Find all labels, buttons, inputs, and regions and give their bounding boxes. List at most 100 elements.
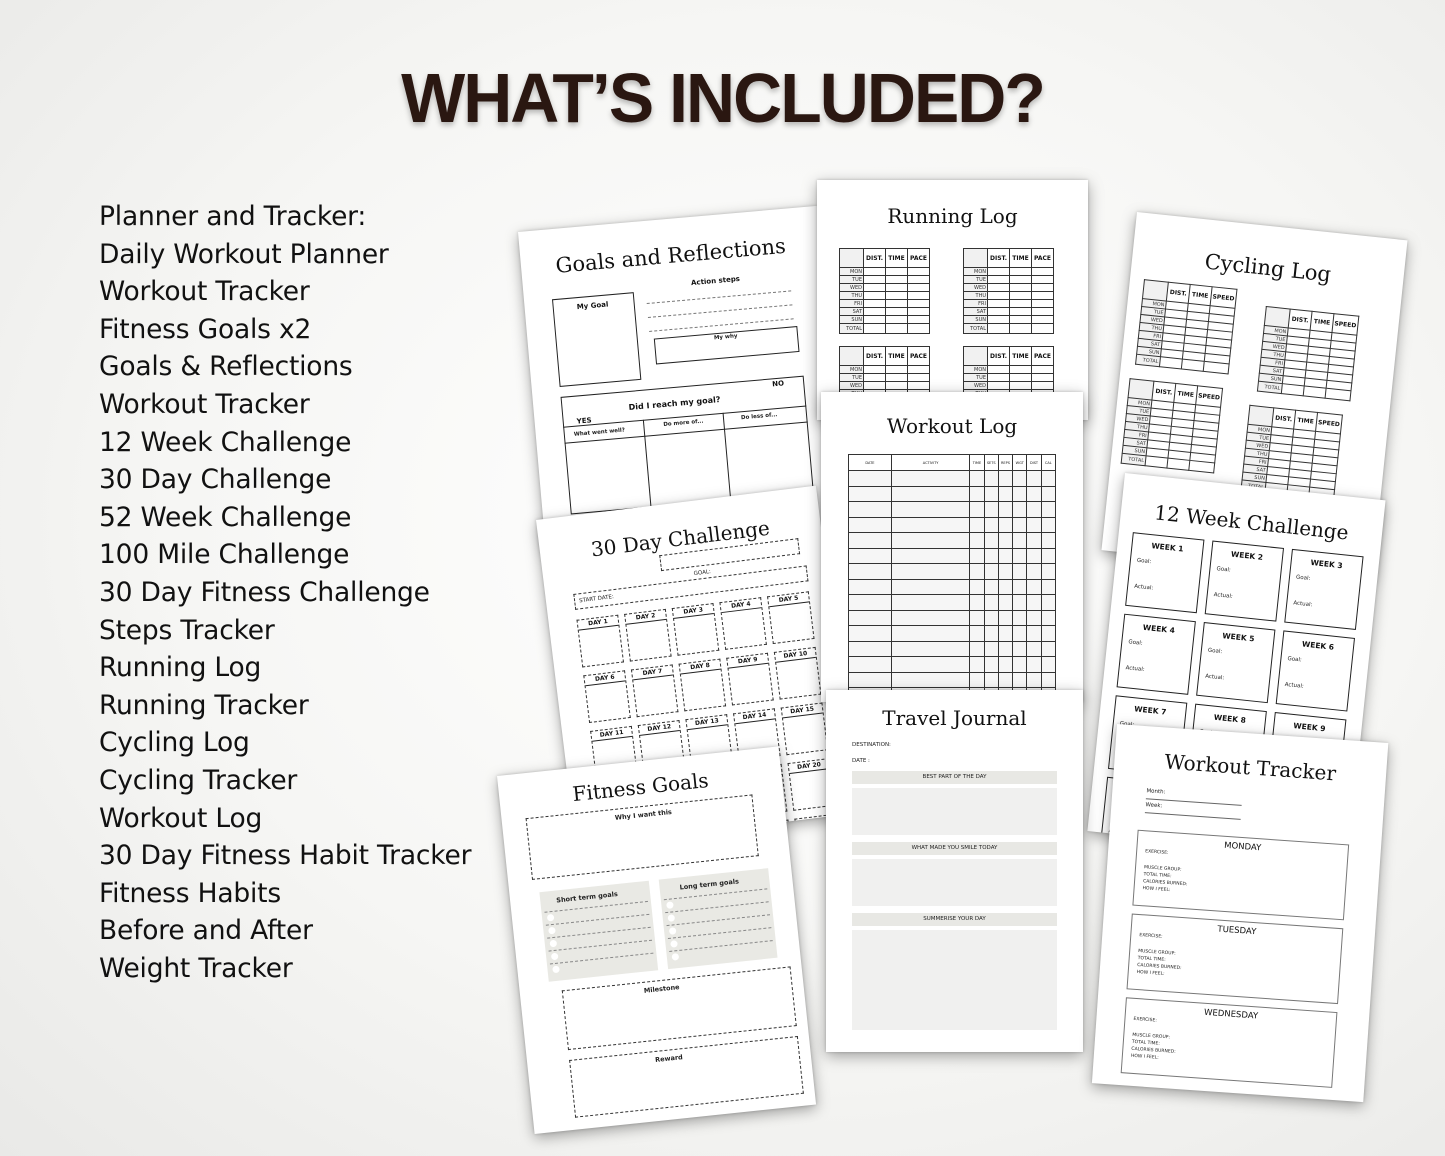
- page-workout-tracker: Workout Tracker Month: Week: MONDAY EXERC…: [1091, 724, 1389, 1103]
- table-cell: [997, 640, 1014, 657]
- table-cell: [969, 547, 985, 564]
- row-label: WED: [839, 283, 864, 292]
- table-cell: [885, 365, 908, 374]
- table-cell: [983, 625, 999, 642]
- list-item: Before and After: [99, 915, 313, 947]
- row-label: SAT: [839, 307, 864, 316]
- actual-label: Actual:: [1284, 681, 1305, 690]
- week-label: WEEK 9: [1292, 721, 1326, 734]
- table-cell: [987, 283, 1010, 292]
- week-box: WEEK 3 Goal: Actual:: [1284, 548, 1364, 630]
- table-cell: [885, 307, 908, 316]
- table-cell: [1009, 381, 1032, 390]
- table-cell: [1026, 547, 1042, 564]
- goal-label: Goal:: [1207, 647, 1223, 656]
- day-label: DAY 3: [672, 604, 714, 619]
- list-item: 52 Week Challenge: [99, 501, 352, 533]
- table-cell: [1012, 625, 1028, 642]
- table-cell: [1026, 671, 1042, 688]
- table-cell: [1040, 578, 1057, 595]
- table-cell: [969, 594, 985, 611]
- table-cell: [848, 671, 892, 688]
- row-label: TOTAL: [839, 323, 864, 334]
- goal-label: Goal:: [1287, 656, 1303, 664]
- field-label: EXERCISE:: [1133, 1016, 1157, 1024]
- list-item: Cycling Log: [99, 727, 250, 759]
- table-cell: [885, 315, 908, 324]
- field-label: HOW I FEEL:: [1136, 969, 1165, 977]
- table-cell: [1012, 516, 1028, 533]
- table-cell: [987, 373, 1010, 382]
- table-cell: [1009, 291, 1032, 300]
- actual-label: Actual:: [1292, 600, 1313, 609]
- row-label: WED: [963, 283, 988, 292]
- corner-cell: [839, 346, 864, 366]
- table-cell: [848, 485, 892, 502]
- row-label: WED: [963, 381, 988, 390]
- list-item: 100 Mile Challenge: [99, 539, 350, 571]
- page-fitness-goals: Fitness Goals Why I want this Short term…: [497, 746, 817, 1135]
- column-header: SPEED: [1315, 412, 1343, 434]
- goal-label: Goal:: [1136, 557, 1152, 566]
- table-cell: [848, 656, 892, 673]
- column-header: DIST.: [1271, 407, 1296, 430]
- list-item: Planner and Tracker:: [99, 201, 367, 232]
- table-cell: [1031, 267, 1054, 276]
- table-cell: [863, 267, 886, 276]
- table-cell: [885, 373, 908, 382]
- week-box: WEEK 2 Goal: Actual:: [1204, 540, 1285, 622]
- table-cell: [1026, 563, 1042, 580]
- column-header: SPEED: [1210, 286, 1237, 309]
- table-cell: [1040, 485, 1057, 502]
- column-header: SPEED: [1195, 385, 1223, 408]
- table-cell: [890, 470, 971, 487]
- day-label: DAY 1: [577, 615, 619, 631]
- table-cell: [1026, 516, 1042, 533]
- page-title: Running Log: [887, 204, 1018, 228]
- table-cell: [969, 656, 985, 673]
- table-cell: [848, 516, 892, 533]
- table-cell: [1040, 625, 1057, 642]
- table-cell: [907, 291, 930, 300]
- table-cell: [987, 267, 1010, 276]
- list-item: Daily Workout Planner: [99, 238, 389, 270]
- day-label: DAY 15: [781, 703, 823, 719]
- table-cell: [1009, 275, 1032, 284]
- table-cell: [997, 563, 1014, 580]
- field-label: TOTAL TIME:: [1131, 1039, 1160, 1047]
- table-cell: [1159, 356, 1183, 369]
- table-cell: [983, 671, 999, 688]
- column-header: CAL: [1040, 454, 1057, 471]
- log-table: DIST.TIMESPEEDMONTUEWEDTHUFRISATSUNTOTAL: [1121, 378, 1223, 473]
- table-cell: [907, 365, 930, 374]
- table-cell: [969, 485, 985, 502]
- table-cell: [890, 547, 971, 564]
- table-cell: [997, 485, 1014, 502]
- table-cell: [997, 578, 1014, 595]
- table-cell: [863, 291, 886, 300]
- day-box: DAY 7: [630, 664, 679, 718]
- column-header: PACE: [907, 346, 930, 366]
- page-workout-log: Workout Log DATE ACTIVITY TIME SETS REPS WGT D…: [821, 392, 1083, 702]
- day-section: WEDNESDAY EXERCISE: MUSCLE GROUP: TOTAL TIM…: [1120, 997, 1338, 1088]
- table-cell: [987, 365, 1010, 374]
- month-label: Month:: [1146, 788, 1166, 796]
- list-item: Steps Tracker: [99, 614, 275, 646]
- table-cell: [890, 609, 971, 626]
- week-label: Week:: [1145, 802, 1163, 810]
- table-cell: [907, 381, 930, 390]
- table-cell: [969, 578, 985, 595]
- table-cell: [997, 671, 1014, 688]
- row-label: WED: [839, 381, 864, 390]
- table-cell: [890, 625, 971, 642]
- table-cell: [890, 516, 971, 533]
- column-header: TIME: [1009, 248, 1032, 268]
- table-cell: [969, 563, 985, 580]
- table-cell: [969, 532, 985, 549]
- page-travel-journal: Travel Journal DESTINATION: DATE : BEST …: [826, 690, 1083, 1052]
- day-heading: WEDNESDAY: [1203, 1007, 1259, 1022]
- day-label: DAY 11: [591, 726, 633, 742]
- no-label: NO: [771, 379, 785, 389]
- week-label: WEEK 2: [1230, 549, 1264, 562]
- actual-label: Actual:: [1213, 591, 1234, 600]
